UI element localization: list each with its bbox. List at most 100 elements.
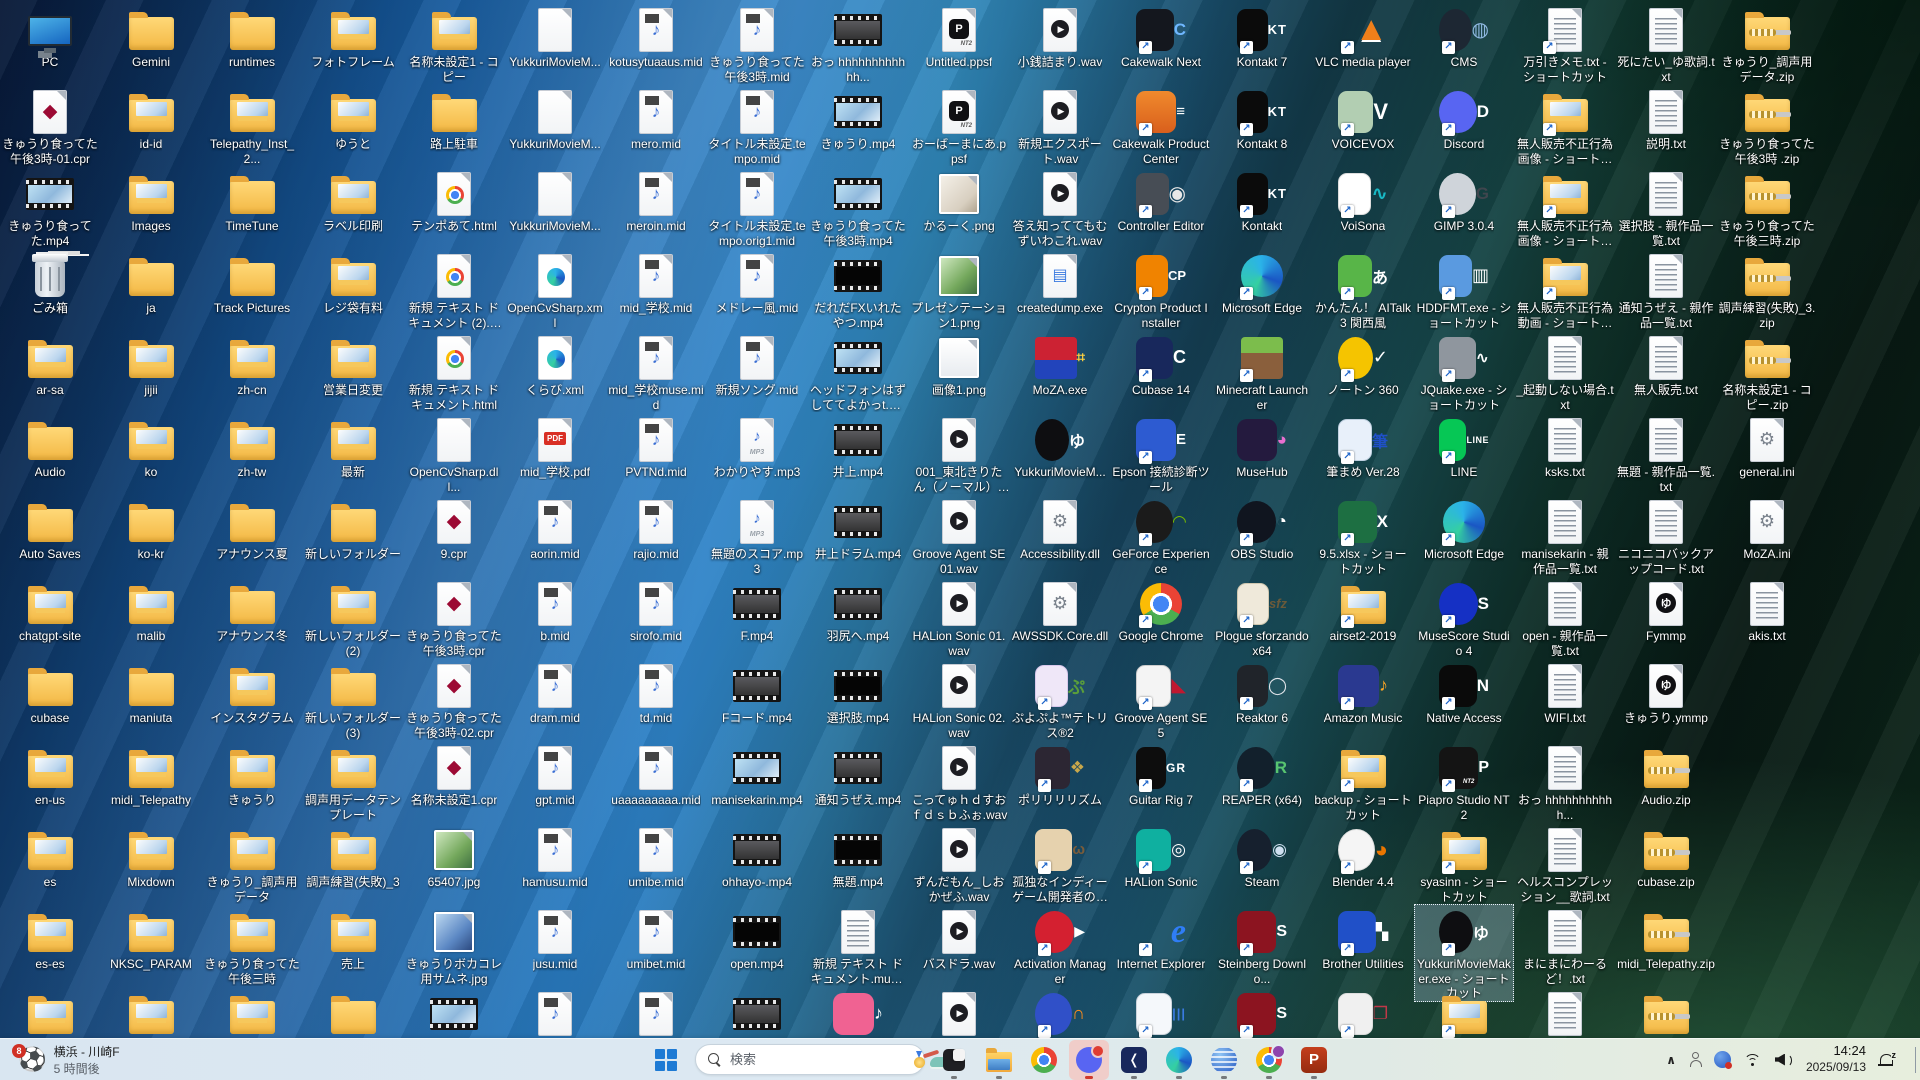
desktop-icon[interactable]: ◆ きゅうり食ってた午後3時.cpr: [404, 576, 504, 659]
desktop-icon[interactable]: ↗ backup - ショートカット: [1313, 740, 1413, 823]
desktop-icon[interactable]: ♪ ↗ Amazon Music: [1313, 658, 1413, 727]
discord-taskbar-button[interactable]: [1069, 1039, 1109, 1080]
desktop-icon[interactable]: ohhayo-.mp4: [707, 822, 807, 891]
desktop-icon[interactable]: KT ↗ Kontakt: [1212, 166, 1312, 235]
desktop-icon[interactable]: es-es: [0, 904, 100, 973]
desktop-icon[interactable]: 新しいフォルダー: [303, 494, 403, 563]
desktop-icon[interactable]: アナウンス冬: [202, 576, 302, 645]
desktop-icon[interactable]: 最新: [303, 412, 403, 481]
desktop-icon[interactable]: midi_Telepathy: [101, 740, 201, 809]
desktop-icon[interactable]: ゆうと: [303, 84, 403, 153]
desktop-icon[interactable]: CP ↗ Crypton Product Installer: [1111, 248, 1211, 331]
desktop-icon[interactable]: まにまにわーるど！.txt: [1515, 904, 1615, 987]
desktop-icon[interactable]: きゅうりボカコレ用サムネ.jpg: [404, 904, 504, 987]
desktop-icon[interactable]: あ ↗ かんたん！ AITalk 3 関西風: [1313, 248, 1413, 331]
desktop-icon[interactable]: 無題 - 親作品一覧.txt: [1616, 412, 1716, 495]
desktop-icon[interactable]: ♪ 新規ソング.mid: [707, 330, 807, 399]
desktop-icon[interactable]: ▶ HALion Sonic 02.wav: [909, 658, 1009, 741]
desktop-icon[interactable]: zh-cn: [202, 330, 302, 399]
desktop-icon[interactable]: YukkuriMovieM...: [505, 166, 605, 235]
desktop-icon[interactable]: 営業日変更: [303, 330, 403, 399]
desktop-icon[interactable]: ◆ 9.cpr: [404, 494, 504, 563]
tray-app-icon[interactable]: [1713, 1051, 1732, 1069]
desktop-icon[interactable]: 無人販売.txt: [1616, 330, 1716, 399]
desktop-icon[interactable]: 画像1.png: [909, 330, 1009, 399]
desktop-icon[interactable]: ▶ こってゅｈｄすおｆｄｓｂふぉ.wav: [909, 740, 1009, 823]
desktop-icon[interactable]: ↗ Microsoft Edge: [1212, 248, 1312, 317]
desktop-icon[interactable]: YukkuriMovieM...: [505, 2, 605, 71]
desktop-icon[interactable]: ▤ createdump.exe: [1010, 248, 1110, 317]
desktop-icon[interactable]: ◆ 名称未設定1.cpr: [404, 740, 504, 809]
desktop-icon[interactable]: OpenCvSharp.xml: [505, 248, 605, 331]
desktop-icon[interactable]: manisekarin.mp4: [707, 740, 807, 809]
desktop-icon[interactable]: TimeTune: [202, 166, 302, 235]
steinberg-hub-taskbar-button[interactable]: [1204, 1040, 1244, 1080]
desktop-icon[interactable]: ▶ HALion Sonic 01.wav: [909, 576, 1009, 659]
desktop-icon[interactable]: e ↗ Internet Explorer: [1111, 904, 1211, 973]
desktop-icon[interactable]: N ↗ Native Access: [1414, 658, 1514, 727]
widgets-button[interactable]: ⚽ 8 横浜 - 川崎F 5 時間後: [10, 1039, 128, 1080]
desktop-icon[interactable]: ko-kr: [101, 494, 201, 563]
desktop-icon[interactable]: レジ袋有料: [303, 248, 403, 317]
desktop-icon[interactable]: ♪ メドレー風.mid: [707, 248, 807, 317]
desktop-icon[interactable]: en-us: [0, 740, 100, 809]
desktop-icon[interactable]: ♪ mid_学校muse.mid: [606, 330, 706, 413]
desktop-icon[interactable]: ♪ td.mid: [606, 658, 706, 727]
desktop-icon[interactable]: ニコニコバックアップコード.txt: [1616, 494, 1716, 577]
desktop-icon[interactable]: くらび.xml: [505, 330, 605, 399]
desktop-icon[interactable]: Images: [101, 166, 201, 235]
desktop-icon[interactable]: ゆ YukkuriMovieM...: [1010, 412, 1110, 481]
desktop-icon[interactable]: ♪ タイトル未設定.tempo.orig1.mid: [707, 166, 807, 249]
desktop-icon[interactable]: LINE ↗ LINE: [1414, 412, 1514, 481]
desktop-icon[interactable]: ar-sa: [0, 330, 100, 399]
start-button[interactable]: [646, 1040, 686, 1080]
chrome-profile-taskbar-button[interactable]: [1249, 1040, 1289, 1080]
desktop-icon[interactable]: 路上駐車: [404, 84, 504, 153]
desktop-icon[interactable]: ↗ Microsoft Edge: [1414, 494, 1514, 563]
desktop-icon[interactable]: runtimes: [202, 2, 302, 71]
desktop-icon[interactable]: ◕ MuseHub: [1212, 412, 1312, 481]
desktop-icon[interactable]: open - 親作品一覧.txt: [1515, 576, 1615, 659]
desktop-icon[interactable]: ↗無人販売不正行為画像 - ショートカッ...: [1515, 84, 1615, 167]
desktop-icon[interactable]: ヘルスコンプレッション__歌詞.txt: [1515, 822, 1615, 905]
desktop-icon[interactable]: ✓ ↗ ノートン 360: [1313, 330, 1413, 399]
desktop-icon[interactable]: 羽尻へ.mp4: [808, 576, 908, 645]
desktop-icon[interactable]: ◠ ↗ GeForce Experience: [1111, 494, 1211, 577]
desktop-icon[interactable]: ♪ mero.mid: [606, 84, 706, 153]
desktop-icon[interactable]: 選択肢 - 親作品一覧.txt: [1616, 166, 1716, 249]
desktop-icon[interactable]: GR ↗ Guitar Rig 7: [1111, 740, 1211, 809]
desktop-icon[interactable]: ja: [101, 248, 201, 317]
desktop-icon[interactable]: ♪ gpt.mid: [505, 740, 605, 809]
desktop-icon[interactable]: きゅうり_調声用データ: [202, 822, 302, 905]
desktop-icon[interactable]: ◕ ↗ Blender 4.4: [1313, 822, 1413, 891]
desktop-icon[interactable]: ◎ ↗ HALion Sonic: [1111, 822, 1211, 891]
desktop-icon[interactable]: P Untitled.ppsf: [909, 2, 1009, 71]
desktop-icon[interactable]: ◆ きゅうり食ってた午後3時-02.cpr: [404, 658, 504, 741]
desktop-icon[interactable]: ♪ mid_学校.mid: [606, 248, 706, 317]
desktop-icon[interactable]: ♪ umibe.mid: [606, 822, 706, 891]
desktop-icon[interactable]: 選択肢.mp4: [808, 658, 908, 727]
desktop-icon[interactable]: cubase: [0, 658, 100, 727]
desktop-icon[interactable]: ◔ ↗ OBS Studio: [1212, 494, 1312, 563]
layers-app-taskbar-button[interactable]: [934, 1040, 974, 1080]
desktop-icon[interactable]: おっ hhhhhhhhhhhh...: [808, 2, 908, 85]
desktop-icon[interactable]: ▶ 答え知っててもむずいわこれ.wav: [1010, 166, 1110, 249]
desktop-icon[interactable]: 説明.txt: [1616, 84, 1716, 153]
desktop-icon[interactable]: きゅうり食ってた午後三時: [202, 904, 302, 987]
desktop-icon[interactable]: ⚙ MoZA.ini: [1717, 494, 1817, 563]
desktop-icon[interactable]: ▲ ↗ VLC media player: [1313, 2, 1413, 71]
desktop-icon[interactable]: ↗無人販売不正行為動画 - ショートカット: [1515, 248, 1615, 331]
desktop-icon[interactable]: ♪ きゅうり食ってた午後3時.mid: [707, 2, 807, 85]
chrome-taskbar-button[interactable]: [1024, 1040, 1064, 1080]
desktop-icon[interactable]: X ↗ 9.5.xlsx - ショートカット: [1313, 494, 1413, 577]
desktop-icon[interactable]: Pおーばーまにあ.ppsf: [909, 84, 1009, 167]
desktop-icon[interactable]: ごみ箱: [0, 248, 100, 317]
desktop-icon[interactable]: ♪ PVTNd.mid: [606, 412, 706, 481]
accessibility-tray-icon[interactable]: [1689, 1052, 1702, 1067]
desktop-icon[interactable]: きゅうり食ってた午後3時.mp4: [808, 166, 908, 249]
desktop-icon[interactable]: ko: [101, 412, 201, 481]
desktop-icon[interactable]: D ↗ Discord: [1414, 84, 1514, 153]
desktop-icon[interactable]: きゅうり食ってた.mp4: [0, 166, 100, 249]
desktop-icon[interactable]: ♪ タイトル未設定.tempo.mid: [707, 84, 807, 167]
desktop-icon[interactable]: ♪ jusu.mid: [505, 904, 605, 973]
